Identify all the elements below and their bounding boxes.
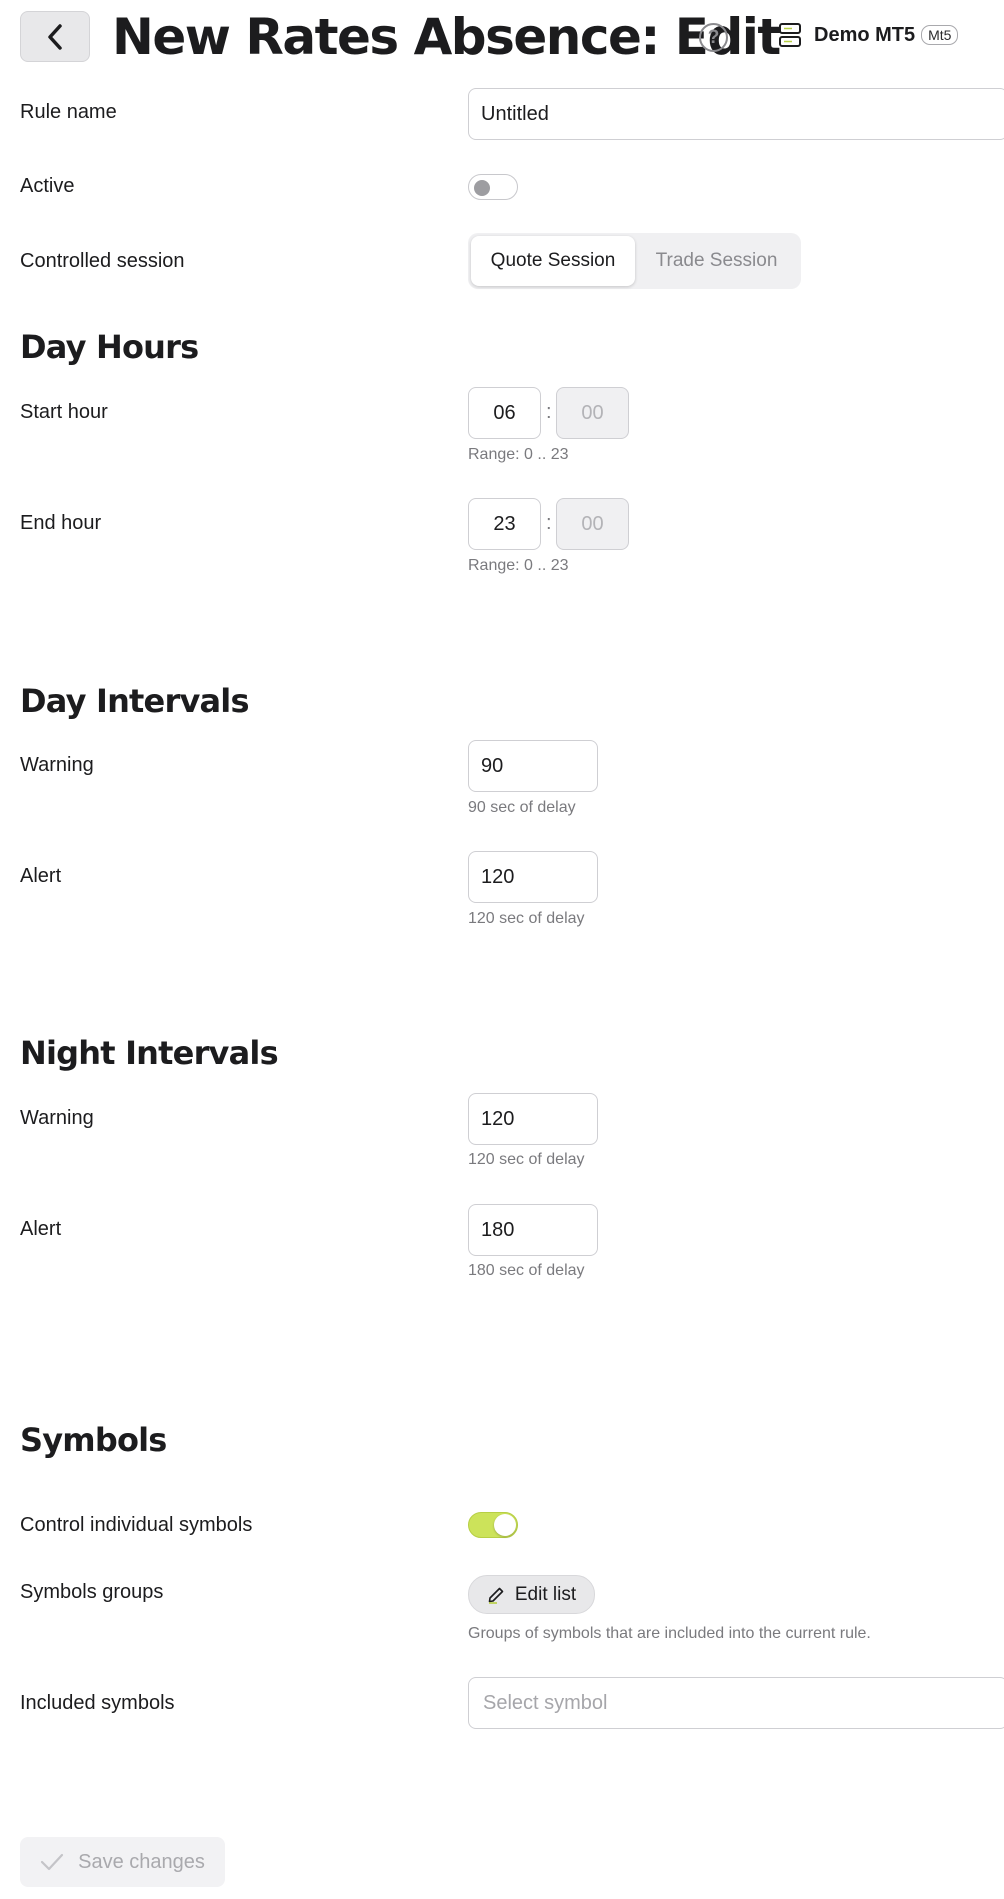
pencil-icon: [488, 1587, 504, 1604]
active-label: Active: [20, 175, 75, 197]
edit-list-button[interactable]: Edit list: [468, 1575, 595, 1614]
end-hour-input[interactable]: [468, 498, 541, 550]
night-alert-hint: 180 sec of delay: [468, 1262, 585, 1279]
server-selector[interactable]: Demo MT5 Mt5: [778, 20, 959, 50]
server-type-badge: Mt5: [921, 25, 959, 45]
trade-session-option[interactable]: Trade Session: [635, 236, 798, 286]
included-symbols-select[interactable]: [468, 1677, 1004, 1729]
start-hour-input[interactable]: [468, 387, 541, 439]
toggle-knob: [494, 1514, 516, 1536]
night-alert-input[interactable]: [468, 1204, 598, 1256]
save-changes-label: Save changes: [78, 1850, 205, 1873]
quote-session-option[interactable]: Quote Session: [471, 236, 635, 286]
time-separator: :: [546, 512, 552, 534]
control-individual-symbols-label: Control individual symbols: [20, 1514, 253, 1536]
day-alert-input[interactable]: [468, 851, 598, 903]
rule-name-label: Rule name: [20, 101, 117, 123]
back-button[interactable]: [20, 11, 90, 62]
toggle-knob: [474, 180, 490, 196]
night-warning-input[interactable]: [468, 1093, 598, 1145]
control-individual-symbols-toggle[interactable]: [468, 1512, 518, 1538]
end-hour-hint: Range: 0 .. 23: [468, 557, 569, 574]
active-toggle[interactable]: [468, 174, 518, 200]
symbols-groups-label: Symbols groups: [20, 1581, 164, 1603]
day-alert-label: Alert: [20, 865, 62, 887]
rule-name-input[interactable]: [468, 88, 1004, 140]
symbols-groups-hint: Groups of symbols that are included into…: [468, 1625, 871, 1642]
night-intervals-title: Night Intervals: [20, 1034, 279, 1072]
day-warning-input[interactable]: [468, 740, 598, 792]
end-hour-label: End hour: [20, 512, 102, 534]
page-header: New Rates Absence: Edit ? Demo MT5 Mt5: [0, 0, 1004, 76]
edit-list-label: Edit list: [514, 1583, 577, 1605]
page-title: New Rates Absence: Edit: [112, 8, 781, 66]
server-icon: [779, 23, 801, 47]
save-changes-button[interactable]: Save changes: [20, 1837, 225, 1887]
session-segmented-control: Quote Session Trade Session: [468, 233, 801, 289]
night-alert-label: Alert: [20, 1218, 62, 1240]
day-warning-hint: 90 sec of delay: [468, 799, 576, 816]
night-warning-hint: 120 sec of delay: [468, 1151, 585, 1168]
day-intervals-title: Day Intervals: [20, 682, 250, 720]
start-hour-hint: Range: 0 .. 23: [468, 446, 569, 463]
help-icon[interactable]: ?: [699, 23, 728, 52]
day-hours-title: Day Hours: [20, 328, 199, 366]
time-separator: :: [546, 401, 552, 423]
end-minute-input: [556, 498, 629, 550]
checkmark-icon: [41, 1853, 64, 1871]
start-hour-label: Start hour: [20, 401, 108, 423]
controlled-session-label: Controlled session: [20, 250, 185, 272]
start-minute-input: [556, 387, 629, 439]
included-symbols-label: Included symbols: [20, 1692, 175, 1714]
symbols-title: Symbols: [20, 1421, 167, 1459]
day-alert-hint: 120 sec of delay: [468, 910, 585, 927]
day-warning-label: Warning: [20, 754, 94, 776]
server-name: Demo MT5: [814, 23, 916, 46]
chevron-left-icon: [48, 23, 62, 50]
night-warning-label: Warning: [20, 1107, 94, 1129]
